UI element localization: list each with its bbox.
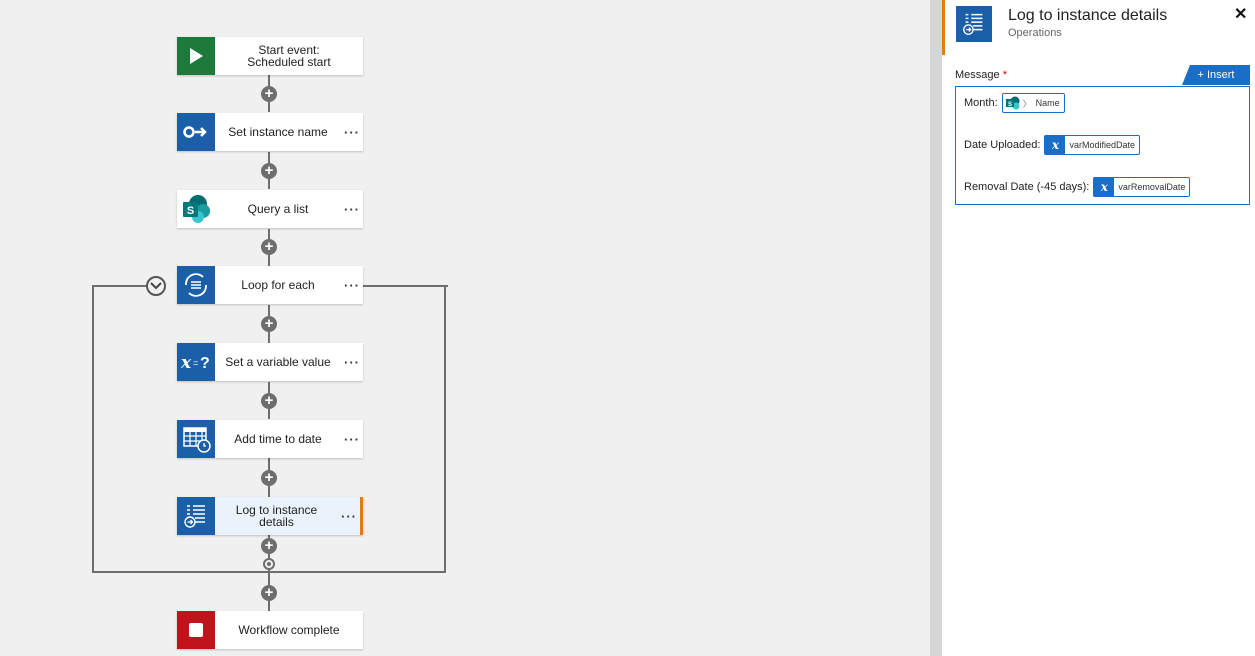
sharepoint-icon: S <box>1003 94 1023 112</box>
loop-end-marker <box>263 558 275 570</box>
svg-text:?: ? <box>200 355 210 372</box>
variable-token[interactable]: x varModifiedDate <box>1044 135 1140 155</box>
more-options-button[interactable]: ··· <box>341 278 363 293</box>
more-options-button[interactable]: ··· <box>338 509 360 524</box>
action-icon-box <box>177 266 215 304</box>
panel-action-icon <box>956 6 992 42</box>
message-input[interactable]: Month: S 〉 Name Date Uploaded: x varModi… <box>955 86 1250 205</box>
log-icon <box>184 505 205 528</box>
sharepoint-icon: S <box>183 195 210 223</box>
node-workflow-complete[interactable]: Workflow complete <box>177 611 363 649</box>
svg-text:S: S <box>1008 102 1012 108</box>
panel-title: Log to instance details <box>1008 7 1168 24</box>
node-label: Workflow complete <box>238 623 340 637</box>
variable-icon: x <box>1045 136 1066 154</box>
variable-icon: x <box>1094 178 1115 196</box>
node-set-variable[interactable]: x =? Set a variable value ··· <box>177 343 363 381</box>
action-icon-box <box>177 497 215 535</box>
node-log-instance[interactable]: Log to instance details ··· <box>177 497 363 535</box>
node-loop-for-each[interactable]: Loop for each ··· <box>177 266 363 304</box>
add-action-button[interactable]: + <box>261 163 277 179</box>
stop-icon <box>189 623 203 637</box>
message-line: Month: S 〉 Name <box>964 93 1065 113</box>
workflow-canvas[interactable]: + + + + + + + + Start event: Scheduled s… <box>0 0 930 656</box>
action-icon-box <box>177 113 215 151</box>
loop-icon <box>185 273 207 297</box>
add-action-button[interactable]: + <box>261 538 277 554</box>
panel-divider[interactable] <box>930 0 942 656</box>
action-icon-box <box>177 420 215 458</box>
panel-subtitle: Operations <box>1008 27 1062 39</box>
add-action-button[interactable]: + <box>261 316 277 332</box>
chevron-right-icon: 〉 <box>1022 98 1032 109</box>
node-label: Set a variable value <box>225 355 331 369</box>
required-marker: * <box>1002 69 1007 81</box>
variable-token[interactable]: x varRemovalDate <box>1093 177 1191 197</box>
log-icon <box>963 13 983 35</box>
config-panel: Log to instance details Operations ✕ Mes… <box>942 0 1255 656</box>
node-label: Start event: Scheduled start <box>247 43 331 69</box>
calendar-clock-icon <box>183 427 211 453</box>
node-add-time[interactable]: Add time to date ··· <box>177 420 363 458</box>
node-label: Set instance name <box>228 125 328 139</box>
rename-icon <box>183 126 207 138</box>
sharepoint-icon-box: S <box>177 190 215 228</box>
variable-icon: x =? <box>180 353 210 372</box>
node-label: Log to instance details <box>235 503 318 529</box>
message-label: Message * <box>955 69 1007 81</box>
panel-accent <box>942 0 945 55</box>
add-action-button[interactable]: + <box>261 393 277 409</box>
stop-icon-box <box>177 611 215 649</box>
message-line: Date Uploaded: x varModifiedDate <box>964 135 1140 155</box>
node-label: Add time to date <box>234 432 322 446</box>
close-icon[interactable]: ✕ <box>1234 4 1247 24</box>
collapse-loop-button[interactable] <box>146 276 166 296</box>
variable-token[interactable]: S 〉 Name <box>1001 93 1065 113</box>
more-options-button[interactable]: ··· <box>341 125 363 140</box>
node-label: Loop for each <box>241 278 315 292</box>
svg-text:=: = <box>193 358 198 368</box>
node-label: Query a list <box>247 202 309 216</box>
add-action-button[interactable]: + <box>261 470 277 486</box>
node-set-instance-name[interactable]: Set instance name ··· <box>177 113 363 151</box>
more-options-button[interactable]: ··· <box>341 202 363 217</box>
add-action-button[interactable]: + <box>261 239 277 255</box>
insert-button[interactable]: + Insert <box>1182 65 1250 85</box>
svg-text:x: x <box>180 353 192 372</box>
start-icon-box <box>177 37 215 75</box>
more-options-button[interactable]: ··· <box>341 432 363 447</box>
more-options-button[interactable]: ··· <box>341 355 363 370</box>
chevron-down-icon <box>150 282 162 290</box>
play-icon <box>190 48 203 64</box>
node-start-event[interactable]: Start event: Scheduled start <box>177 37 363 75</box>
add-action-button[interactable]: + <box>261 86 277 102</box>
action-icon-box: x =? <box>177 343 215 381</box>
svg-text:S: S <box>187 205 194 217</box>
node-query-list[interactable]: S Query a list ··· <box>177 190 363 228</box>
add-action-button[interactable]: + <box>261 585 277 601</box>
message-line: Removal Date (-45 days): x varRemovalDat… <box>964 177 1191 197</box>
